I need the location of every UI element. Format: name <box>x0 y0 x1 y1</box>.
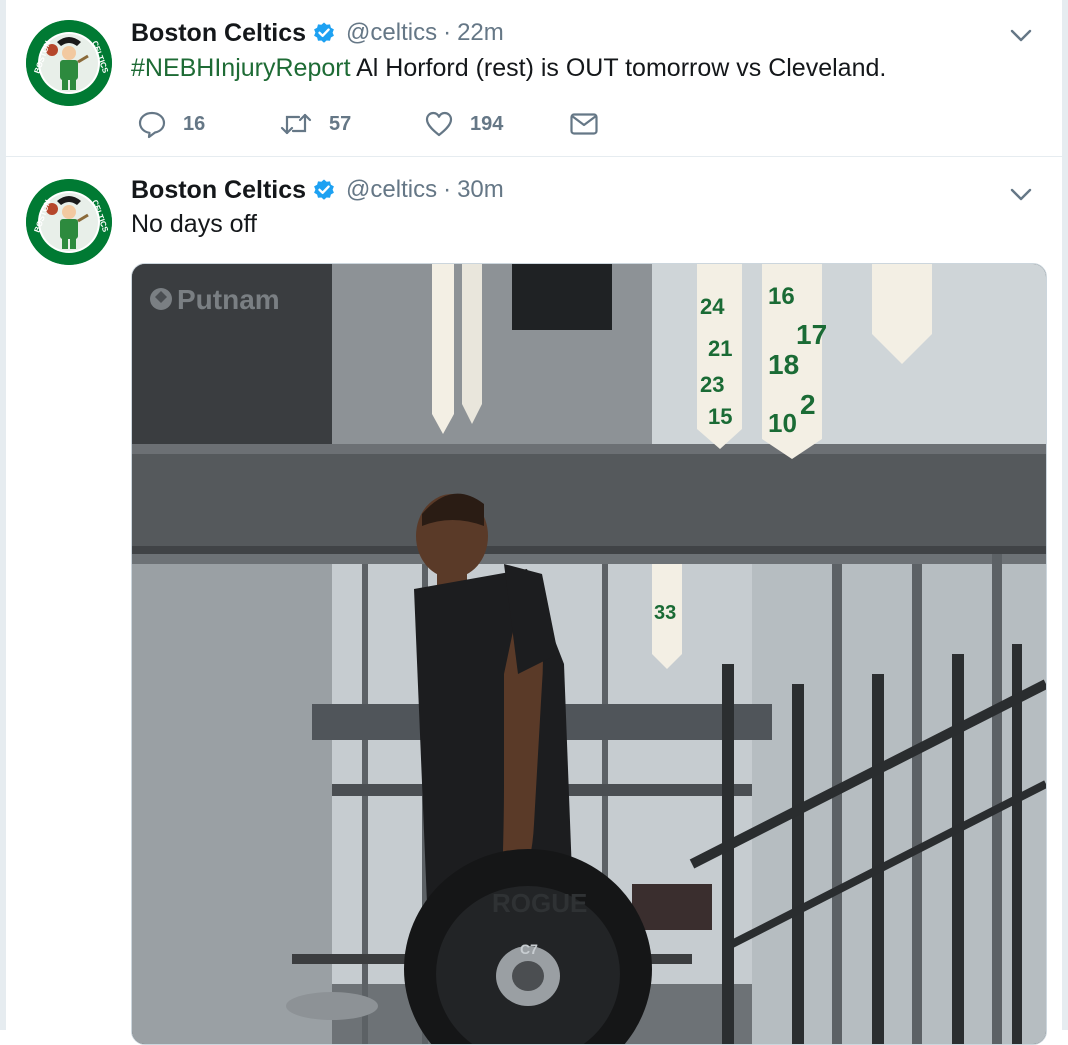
watermark-text: Putnam <box>177 284 280 315</box>
banner-number: 33 <box>654 602 676 624</box>
reply-icon <box>138 111 166 139</box>
banner-number: 2 <box>800 389 816 420</box>
author-name[interactable]: Boston Celtics <box>131 176 306 205</box>
celtics-logo-icon: BOSTON CELTICS <box>26 20 112 106</box>
avatar[interactable]: BOSTON CELTICS <box>26 179 112 265</box>
reply-count: 16 <box>183 112 206 135</box>
plate-brand: ROGUE <box>492 888 587 918</box>
tweet-body: Al Horford (rest) is OUT tomorrow vs Cle… <box>350 54 887 82</box>
tweet-text: No days off <box>131 210 258 238</box>
author-handle[interactable]: @celtics <box>346 19 437 47</box>
reply-button[interactable]: 16 <box>137 107 205 141</box>
like-button[interactable]: 194 <box>424 107 503 141</box>
banner-number: 24 <box>700 294 725 319</box>
tweet[interactable]: BOSTON CELTICS Boston Celtics @celtics ·… <box>6 157 1062 1045</box>
chevron-down-icon[interactable] <box>1008 22 1034 48</box>
banner-number: 15 <box>708 404 732 429</box>
hashtag-link[interactable]: #NEBHInjuryReport <box>131 54 351 82</box>
retweet-button[interactable]: 57 <box>279 107 351 141</box>
envelope-icon <box>570 113 598 135</box>
tweet-header: Boston Celtics @celtics · 22m <box>131 18 504 48</box>
timestamp[interactable]: 22m <box>457 19 504 47</box>
separator-dot: · <box>443 19 452 46</box>
author-handle[interactable]: @celtics <box>346 176 437 204</box>
tweet-text: #NEBHInjuryReport Al Horford (rest) is O… <box>131 54 886 83</box>
heart-icon <box>425 111 453 137</box>
retweet-count: 57 <box>329 112 352 135</box>
banner-number: 21 <box>708 336 732 361</box>
timestamp[interactable]: 30m <box>457 176 504 204</box>
gym-photo: 24 21 23 15 16 18 17 10 2 33 ROGUE C7 Pu… <box>132 264 1046 1044</box>
banner-number: 17 <box>796 319 827 350</box>
direct-message-button[interactable] <box>569 107 599 141</box>
separator-dot: · <box>443 176 452 203</box>
tweet-header: Boston Celtics @celtics · 30m <box>131 175 504 205</box>
plate-number: C7 <box>520 941 538 957</box>
chevron-down-icon[interactable] <box>1008 181 1034 207</box>
tweet[interactable]: BOSTON CELTICS Boston Celtics @celtics ·… <box>6 0 1062 157</box>
banner-number: 10 <box>768 408 797 438</box>
tweet-photo[interactable]: 24 21 23 15 16 18 17 10 2 33 ROGUE C7 Pu… <box>131 263 1047 1045</box>
banner-number: 18 <box>768 349 799 380</box>
page-edge-right <box>1062 0 1068 1030</box>
verified-badge-icon <box>312 21 336 45</box>
celtics-logo-icon: BOSTON CELTICS <box>26 179 112 265</box>
author-name[interactable]: Boston Celtics <box>131 19 306 48</box>
retweet-icon <box>280 113 312 135</box>
banner-number: 16 <box>768 283 795 310</box>
verified-badge-icon <box>312 178 336 202</box>
avatar[interactable]: BOSTON CELTICS <box>26 20 112 106</box>
like-count: 194 <box>470 112 504 135</box>
banner-number: 23 <box>700 372 724 397</box>
